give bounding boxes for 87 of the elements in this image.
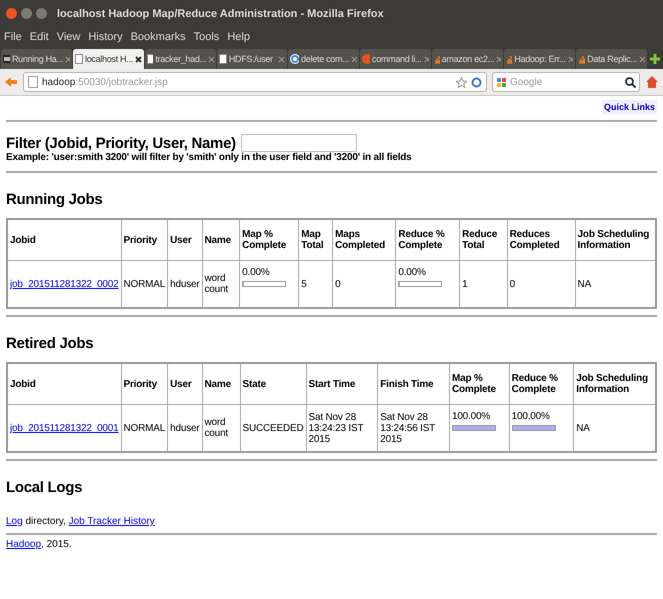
column-header: Priority <box>121 219 168 260</box>
minimize-icon[interactable] <box>21 8 32 19</box>
link[interactable]: Hadoop <box>6 539 42 550</box>
link[interactable]: Job Tracker History <box>68 516 155 527</box>
url-text: hadoop:50030/jobtracker.jsp <box>42 76 169 88</box>
column-header: Jobid <box>7 363 122 404</box>
section-heading: Running Jobs <box>6 191 104 208</box>
menu-item[interactable]: Edit <box>30 31 49 43</box>
column-header: State <box>240 363 306 404</box>
logs-text: Log directory, Job Tracker History <box>6 516 156 527</box>
column-header: Jobid <box>7 219 122 260</box>
table-cell: 0.00% <box>398 267 426 278</box>
table-cell: NA <box>578 278 592 290</box>
star-icon[interactable] <box>456 76 467 88</box>
column-header: Start Time <box>306 363 378 404</box>
column-header: Maps Completed <box>332 219 396 260</box>
copyright-text: Hadoop, 2015. <box>6 539 73 550</box>
search-icon[interactable] <box>625 76 636 88</box>
section-heading: Local Logs <box>6 479 84 496</box>
browser-tab[interactable]: Running Ha... <box>1 49 72 69</box>
table-cell: Sat Nov 28 13:24:23 IST 2015 <box>308 412 364 444</box>
browser-tab[interactable]: command li... <box>360 49 432 69</box>
table-cell: hduser <box>170 422 200 434</box>
maximize-icon[interactable] <box>36 8 47 19</box>
column-header: Name <box>202 219 240 260</box>
table-cell: 0 <box>335 278 340 290</box>
site-icon <box>362 54 370 64</box>
close-icon[interactable] <box>134 56 142 62</box>
link[interactable]: Log <box>6 516 23 527</box>
table-cell: word count <box>204 273 228 295</box>
browser-tab[interactable]: tracker_had... <box>144 49 216 69</box>
browser-tab[interactable]: HDFS:/user <box>216 49 288 69</box>
browser-tab[interactable]: Hadoop: Err... <box>504 49 576 69</box>
table-cell: hduser <box>170 278 200 290</box>
column-header: Priority <box>121 363 168 404</box>
column-header: Map % Complete <box>449 363 510 404</box>
column-header: Name <box>202 363 240 404</box>
page-icon <box>75 54 83 64</box>
filter-field[interactable] <box>240 134 357 152</box>
address-field[interactable]: hadoop:50030/jobtracker.jsp <box>23 72 487 92</box>
window-title: localhost Hadoop Map/Reduce Administration - Mozilla Firefox <box>57 8 384 20</box>
table-cell: NA <box>576 422 590 434</box>
menu-item[interactable]: File <box>4 31 22 43</box>
filter-example: Example: 'user:smith 3200' will filter by 'smith' only in the user field and '3200' in all fields <box>6 152 413 163</box>
back-icon[interactable] <box>4 76 18 88</box>
table-cell: 100.00% <box>452 411 490 422</box>
filter-heading: Filter (Jobid, Priority, User, Name) <box>6 134 236 152</box>
stack-icon <box>578 54 586 64</box>
stack-icon <box>434 54 440 64</box>
google-icon <box>496 76 507 88</box>
table-cell: NORMAL <box>124 278 166 290</box>
column-header: Map Total <box>298 219 333 260</box>
quick-links[interactable]: Quick Links <box>602 100 657 114</box>
column-header: Map % Complete <box>240 219 299 260</box>
menu-item[interactable]: View <box>56 31 80 43</box>
browser-tab[interactable]: delete com... <box>288 49 360 69</box>
table-cell: 0.00% <box>242 267 270 278</box>
table-cell: 5 <box>301 278 307 290</box>
table-cell: word count <box>204 417 228 439</box>
google-icon <box>290 54 300 64</box>
table-cell: 1 <box>462 278 468 290</box>
home-icon[interactable] <box>645 75 659 89</box>
menu-item[interactable]: Tools <box>194 31 220 43</box>
column-header: User <box>168 219 202 260</box>
table-cell: NORMAL <box>124 422 166 434</box>
table-cell: 0 <box>510 278 515 290</box>
browser-tab[interactable]: Data Replic... <box>576 49 648 69</box>
table-cell: Sat Nov 28 13:24:56 IST 2015 <box>380 412 435 444</box>
page-icon <box>218 54 227 64</box>
menu-item[interactable]: Bookmarks <box>130 31 186 43</box>
page-icon <box>28 76 38 88</box>
menu-item[interactable]: Help <box>227 31 250 43</box>
column-header: Finish Time <box>378 363 450 404</box>
table-cell: 100.00% <box>512 411 550 422</box>
section-heading: Retired Jobs <box>6 335 94 352</box>
browser-tab[interactable]: amazon ec2... <box>432 49 504 69</box>
column-header: Reduces Completed <box>507 219 576 260</box>
column-header: Reduce % Complete <box>509 363 574 404</box>
browser-tab[interactable]: localhost H... <box>73 49 144 69</box>
page-icon <box>146 54 154 64</box>
menu-item[interactable]: History <box>88 31 123 43</box>
stack-icon <box>506 54 512 64</box>
table-cell: SUCCEEDED <box>242 422 304 434</box>
column-header: Reduce Total <box>460 219 508 260</box>
site-icon <box>3 55 10 63</box>
column-header: Reduce % Complete <box>396 219 460 260</box>
column-header: User <box>168 363 202 404</box>
